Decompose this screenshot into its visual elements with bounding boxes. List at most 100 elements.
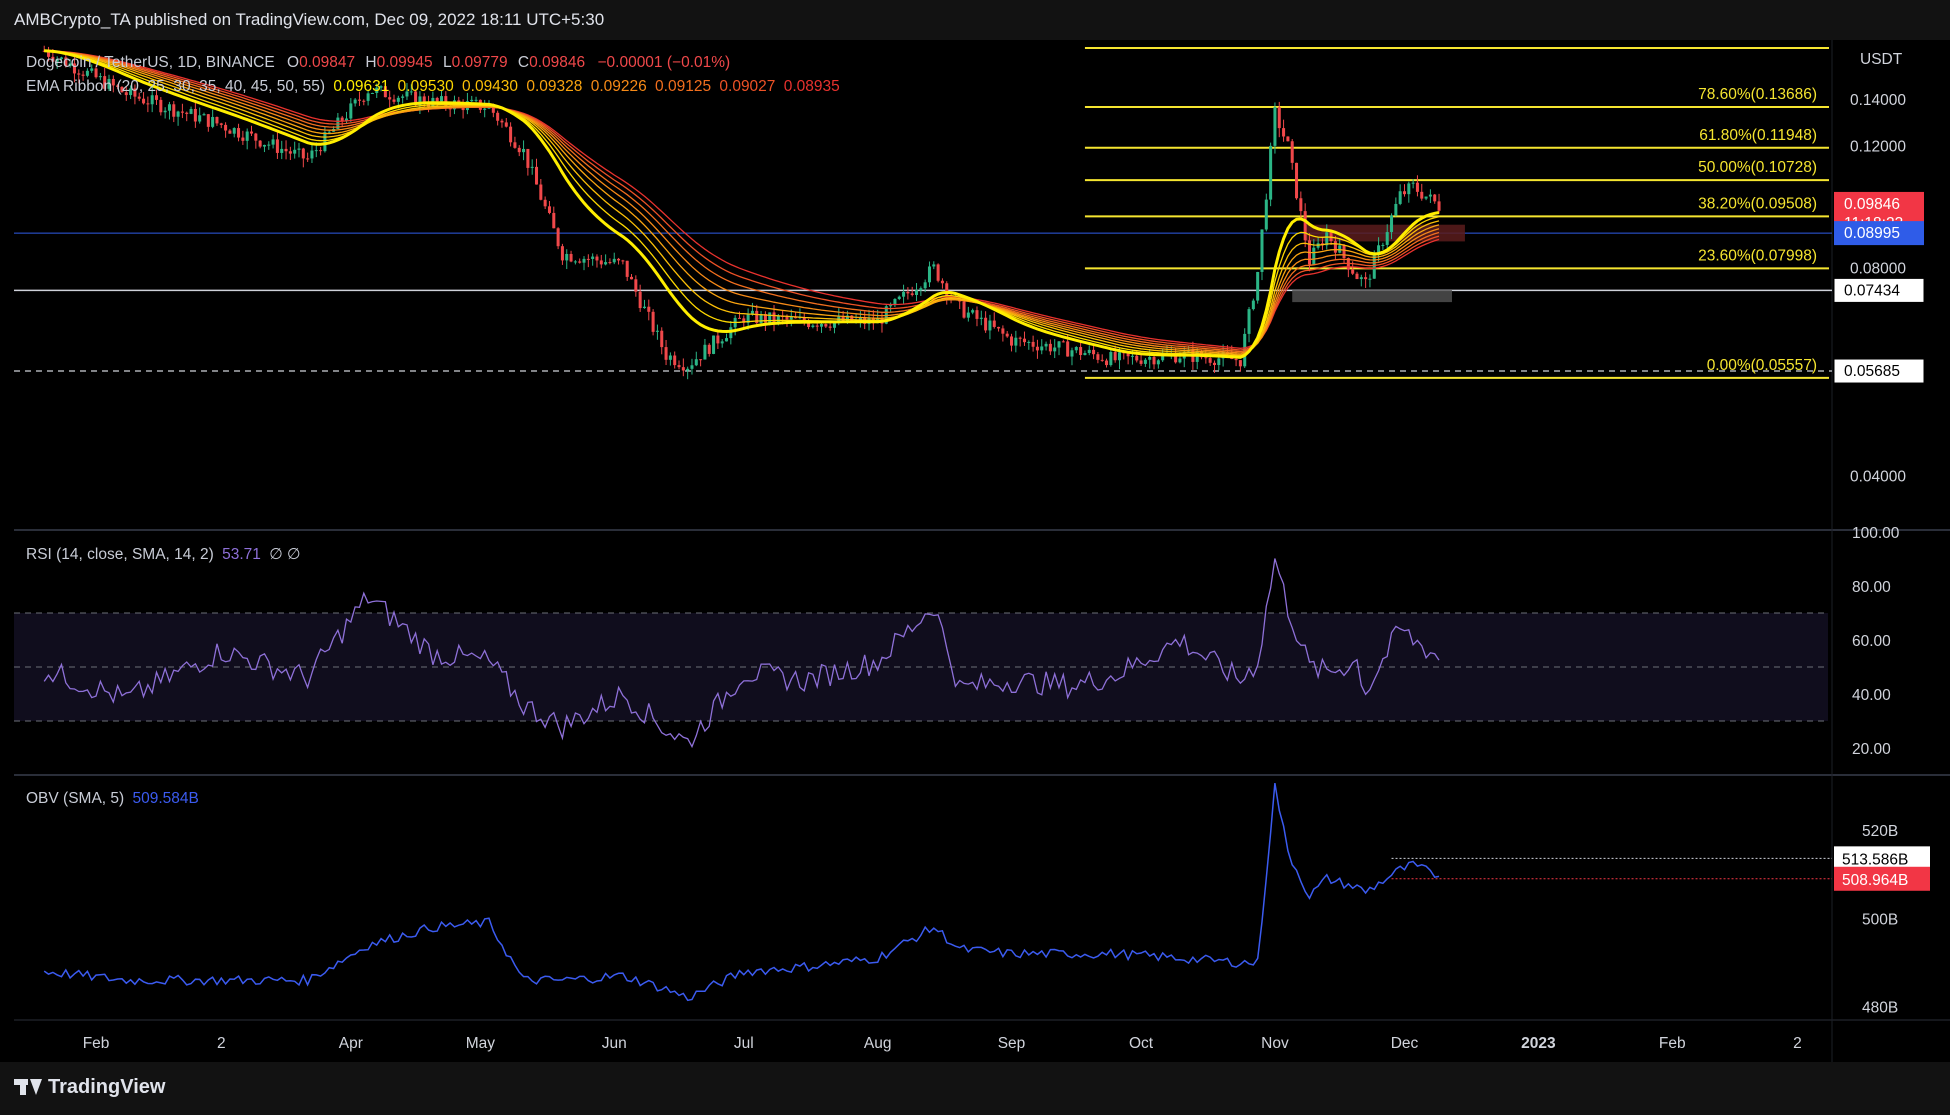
price-tag-label: 0.09846: [1844, 196, 1900, 213]
candle-body: [1420, 191, 1424, 199]
ohlc-open-label: O: [287, 54, 300, 71]
candle-body: [496, 112, 500, 121]
chart-area[interactable]: USDT 0.14000 0.12000 0.08000 0.04000 78.60%(0…: [14, 40, 1950, 1062]
candle-body: [599, 260, 603, 265]
time-axis-label: Jul: [734, 1035, 754, 1052]
candle-body: [586, 258, 590, 260]
candle-body: [1385, 232, 1389, 245]
tradingview-logo[interactable]: TradingView: [14, 1076, 165, 1099]
candle-body: [1212, 362, 1216, 366]
price-tag-label: 0.08995: [1844, 225, 1900, 242]
candle-body: [1264, 199, 1268, 230]
candle-body: [651, 311, 655, 332]
candle-body: [694, 359, 698, 366]
candle-body: [642, 306, 646, 309]
candle-body: [267, 144, 271, 146]
candle-body: [1398, 191, 1402, 204]
rsi-label[interactable]: RSI (14, close, SMA, 14, 2): [26, 546, 214, 563]
candle-body: [237, 128, 241, 138]
candle-body: [189, 108, 193, 114]
ema-value-50: 0.09027: [719, 78, 776, 95]
candle-body: [1083, 353, 1087, 356]
candle-body: [150, 95, 154, 105]
candle-body: [612, 258, 616, 263]
candle-body: [271, 139, 275, 145]
candle-body: [1368, 278, 1372, 280]
candle-body: [552, 212, 556, 229]
candle-body: [280, 148, 284, 153]
time-axis-label: Apr: [339, 1035, 363, 1052]
candle-body: [1364, 277, 1368, 280]
demand-zone-box: [1292, 290, 1452, 303]
candle-body: [690, 365, 694, 369]
candle-body: [902, 291, 906, 297]
candle-body: [388, 97, 392, 100]
ema-ribbon-line: [44, 50, 1440, 356]
time-axis-label: Dec: [1391, 1035, 1419, 1052]
candle-body: [889, 305, 893, 307]
ema-value-35: 0.09328: [526, 78, 583, 95]
candle-body: [1113, 352, 1117, 361]
candle-body: [396, 97, 400, 102]
time-axis-label: May: [466, 1035, 496, 1052]
candle-body: [725, 338, 729, 342]
candle-body: [927, 266, 931, 283]
candle-body: [936, 264, 940, 281]
candle-body: [1402, 191, 1407, 195]
obv-tick-label: 500B: [1862, 911, 1898, 928]
candle-body: [1256, 271, 1260, 301]
candle-body: [504, 122, 508, 127]
symbol-label[interactable]: Dogecoin / TetherUS, 1D, BINANCE: [26, 54, 275, 71]
fib-level-label: 61.80%(0.11948): [1699, 127, 1817, 144]
candle-body: [1040, 346, 1044, 351]
candle-body: [1394, 203, 1398, 216]
candle-body: [1018, 337, 1022, 339]
candle-body: [206, 114, 210, 127]
candle-body: [401, 96, 405, 98]
candle-body: [357, 99, 361, 101]
candle-body: [1269, 145, 1273, 200]
candle-body: [539, 184, 543, 200]
candle-body: [1251, 300, 1255, 310]
candle-body: [1130, 355, 1134, 357]
candle-body: [1217, 358, 1221, 366]
candle-body: [1286, 136, 1290, 142]
candle-body: [228, 130, 232, 134]
currency-label: USDT: [1860, 51, 1903, 68]
candle-body: [703, 344, 707, 360]
candle-body: [1070, 350, 1074, 357]
candle-body: [919, 288, 923, 291]
candle-body: [785, 317, 789, 320]
candle-body: [1152, 356, 1156, 365]
obv-label[interactable]: OBV (SMA, 5): [26, 790, 124, 807]
price-legend: Dogecoin / TetherUS, 1D, BINANCE O0.0984…: [26, 54, 730, 72]
candle-body: [219, 123, 223, 125]
candle-body: [1351, 269, 1355, 274]
candle-body: [966, 312, 970, 318]
candle-body: [1390, 215, 1394, 233]
candle-body: [1156, 360, 1160, 365]
candle-body: [146, 103, 150, 105]
candle-body: [232, 128, 236, 134]
candle-body: [556, 228, 560, 247]
time-axis-label: 2023: [1521, 1035, 1556, 1052]
candle-body: [625, 260, 629, 277]
obv-value: 509.584B: [132, 790, 199, 807]
candle-body: [673, 355, 677, 366]
chart-svg[interactable]: USDT 0.14000 0.12000 0.08000 0.04000 78.60%(0…: [14, 40, 1950, 1062]
candle-body: [1117, 352, 1121, 361]
ema-label[interactable]: EMA Ribbon (20, 25, 30, 35, 40, 45, 50, …: [26, 78, 325, 95]
candle-body: [617, 258, 621, 261]
candle-body: [1027, 341, 1031, 343]
candle-body: [811, 325, 815, 327]
candle-body: [1238, 360, 1242, 367]
candle-body: [193, 108, 197, 122]
candle-body: [1290, 141, 1294, 163]
candle-body: [530, 166, 534, 168]
candle-body: [824, 324, 828, 327]
candle-body: [897, 296, 901, 300]
ema-value-25: 0.09530: [397, 78, 454, 95]
candle-body: [1061, 341, 1065, 343]
candle-body: [1277, 107, 1281, 129]
candle-body: [681, 367, 685, 371]
